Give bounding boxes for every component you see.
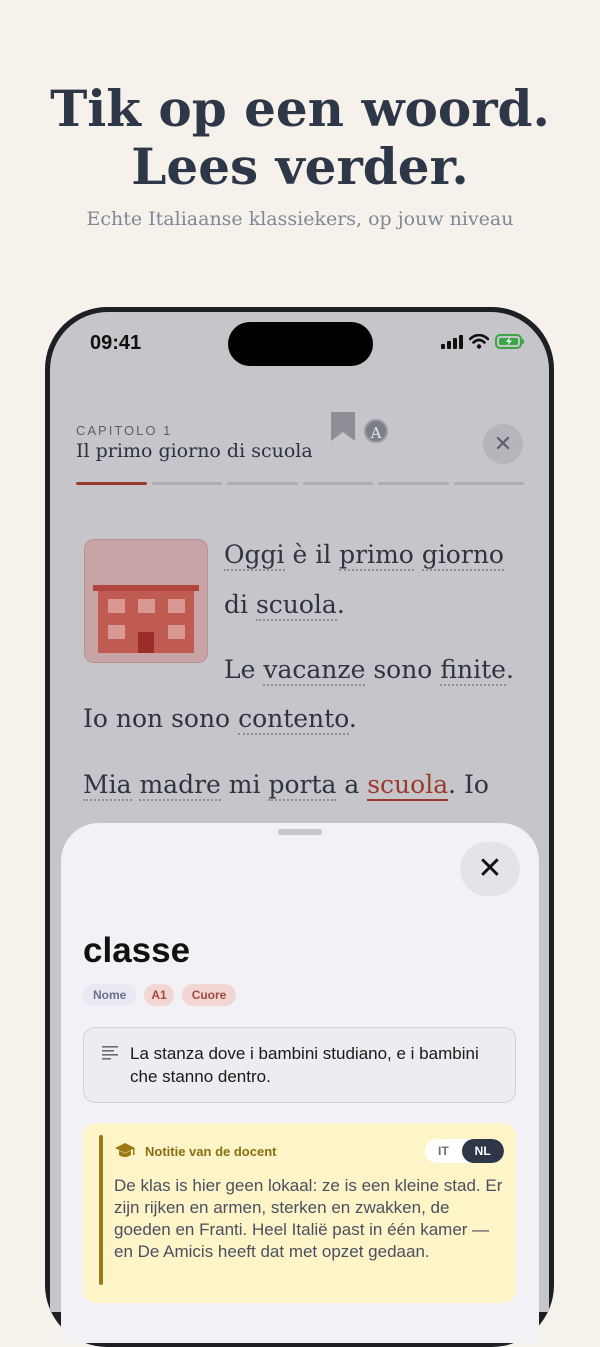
graduation-cap-icon [115, 1143, 135, 1157]
close-icon: ✕ [493, 431, 513, 456]
chapter-progress [76, 482, 524, 485]
definition-text: La stanza dove i bambini studiano, e i b… [130, 1044, 479, 1086]
story-word-selected[interactable]: scuola [367, 770, 449, 801]
story-word[interactable]: porta [268, 770, 337, 801]
definition-card: La stanza dove i bambini studiano, e i b… [83, 1027, 516, 1103]
school-building-icon [93, 585, 199, 653]
story-word[interactable]: è il [292, 540, 331, 569]
dynamic-island [228, 322, 373, 366]
progress-segment [302, 482, 373, 485]
progress-segment [378, 482, 449, 485]
word-tags: Nome A1 Cuore [83, 984, 237, 1006]
progress-segment [227, 482, 298, 485]
wifi-icon [469, 334, 489, 349]
story-word[interactable]: Oggi [224, 540, 285, 571]
story-word[interactable]: Io non sono [83, 704, 230, 733]
bookmark-icon[interactable] [330, 412, 356, 442]
story-word[interactable]: contento [238, 704, 349, 735]
story-word[interactable]: di [224, 590, 248, 619]
teacher-note-card: Notitie van de docent IT NL De klas is h… [83, 1123, 516, 1303]
story-punct: . [505, 655, 514, 684]
story-line: Le vacanze sono finite. [224, 653, 514, 687]
battery-icon [495, 334, 524, 349]
close-icon: ✕ [477, 852, 503, 885]
story-word[interactable]: giorno [421, 540, 504, 571]
font-settings-button[interactable]: A [364, 419, 388, 443]
story-punct: . [348, 704, 357, 733]
story-line: Mia madre mi porta a scuola. Io [83, 768, 489, 802]
story-word[interactable]: mi [229, 770, 261, 799]
note-accent-bar [99, 1135, 103, 1285]
progress-segment [151, 482, 222, 485]
story-word[interactable]: primo [339, 540, 414, 571]
story-word[interactable]: Le [224, 655, 255, 684]
tag-source: Cuore [181, 984, 237, 1006]
chapter-title: Il primo giorno di scuola [76, 440, 313, 462]
promo-subtitle: Echte Italiaanse klassiekers, op jouw ni… [86, 208, 514, 230]
story-word[interactable]: . Io [448, 770, 489, 799]
word-heading: classe [83, 931, 191, 970]
lang-option-it[interactable]: IT [425, 1139, 462, 1163]
teacher-note-title: Notitie van de docent [145, 1144, 277, 1159]
text-lines-icon [102, 1046, 118, 1060]
note-language-toggle: IT NL [425, 1139, 504, 1163]
story-line: di scuola. [224, 588, 345, 622]
progress-segment [453, 482, 524, 485]
sheet-grabber[interactable] [278, 829, 322, 835]
story-word[interactable]: scuola [255, 590, 337, 621]
signal-icon [441, 334, 463, 349]
school-illustration [84, 539, 208, 663]
status-time: 09:41 [90, 332, 142, 354]
story-word[interactable]: vacanze [263, 655, 366, 686]
status-icons [441, 334, 525, 349]
story-word[interactable]: Mia [83, 770, 132, 801]
story-word[interactable]: a [344, 770, 359, 799]
story-word[interactable]: sono [373, 655, 432, 684]
promo-title-line2: Lees verder. [131, 137, 469, 196]
story-word[interactable]: finite [440, 655, 506, 686]
word-detail-sheet: ✕ classe Nome A1 Cuore La stanza dove i … [61, 823, 539, 1343]
close-reader-button[interactable]: ✕ [483, 424, 523, 464]
story-word[interactable]: madre [139, 770, 221, 801]
promo-title-line1: Tik op een woord. [50, 79, 550, 138]
story-punct: . [336, 590, 345, 619]
progress-segment [76, 482, 147, 485]
tag-level: A1 [144, 984, 174, 1006]
story-line: Io non sono contento. [83, 702, 357, 736]
sheet-close-button[interactable]: ✕ [460, 842, 520, 896]
story-line: Oggi è il primo giorno [224, 538, 504, 572]
teacher-note-text: De klas is hier geen lokaal: ze is een k… [114, 1176, 503, 1261]
chapter-label: CAPITOLO 1 [76, 423, 173, 438]
lang-option-nl[interactable]: NL [461, 1139, 504, 1163]
tag-part-of-speech: Nome [83, 984, 137, 1006]
